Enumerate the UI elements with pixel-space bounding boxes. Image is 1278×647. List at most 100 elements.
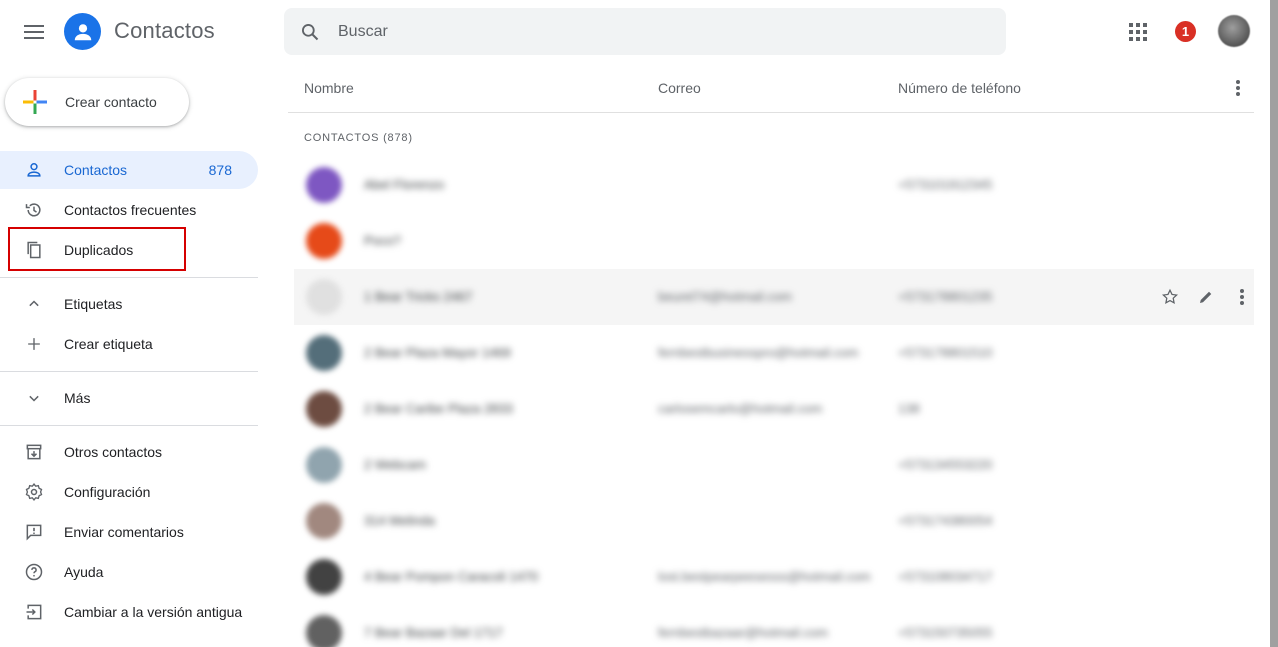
table-row[interactable]: 1 Bear Tricks 2467 beurel74@hotmail.com +5… (294, 269, 1254, 325)
top-bar: Contactos 1 (0, 0, 1270, 64)
column-options-more-icon[interactable] (1226, 76, 1250, 100)
column-header-name: Nombre (304, 80, 354, 96)
sidebar-item-help[interactable]: Ayuda (0, 553, 258, 591)
sidebar-item-label: Crear etiqueta (64, 336, 153, 352)
chevron-down-icon (24, 388, 44, 408)
contact-name: 2 Bear Caribe Plaza 2833 (364, 401, 513, 416)
column-header-email: Correo (658, 80, 701, 96)
sidebar-item-label: Configuración (64, 484, 151, 500)
sidebar-item-label: Contactos frecuentes (64, 202, 197, 218)
row-actions (1158, 285, 1254, 309)
sidebar-item-label: Otros contactos (64, 444, 163, 460)
person-icon (24, 160, 44, 180)
sidebar-divider (0, 425, 258, 426)
table-row[interactable]: 2 Webcam +573134553220 (294, 437, 1254, 493)
contact-phone: +573178801235 (898, 289, 993, 304)
contact-phone: +573134553220 (898, 457, 993, 472)
contact-name: Abel Florenzo (364, 177, 445, 192)
table-row[interactable]: 2 Bear Caribe Plaza 2833 carlosemcarlo@ho… (294, 381, 1254, 437)
help-icon (24, 562, 44, 582)
contact-phone: 138 (898, 401, 920, 416)
contact-avatar[interactable] (306, 503, 342, 539)
plus-color-icon (23, 90, 47, 114)
section-label: CONTACTOS (878) (304, 132, 413, 144)
contact-email: lost.bestpearpeesesss@hotmail.com (658, 569, 871, 584)
star-icon[interactable] (1158, 285, 1182, 309)
chevron-up-icon (24, 294, 44, 314)
contact-name: 4 Bear Pompon Caracoli 1470 (364, 569, 539, 584)
search-icon[interactable] (300, 22, 320, 42)
contact-avatar[interactable] (306, 167, 342, 203)
sidebar-item-contacts[interactable]: Contactos 878 (0, 151, 258, 189)
sidebar-item-old-version[interactable]: Cambiar a la versión antigua (0, 593, 258, 631)
contact-avatar[interactable] (306, 391, 342, 427)
feedback-icon (24, 522, 44, 542)
duplicates-highlight-box (8, 227, 186, 271)
contact-avatar[interactable] (306, 223, 342, 259)
sidebar-item-feedback[interactable]: Enviar comentarios (0, 513, 258, 551)
column-header-phone: Número de teléfono (898, 80, 1021, 96)
header-divider (288, 112, 1254, 113)
history-icon (24, 200, 44, 220)
contact-name: 2 Bear Plaza Mayor 1469 (364, 345, 511, 360)
table-row[interactable]: Poco? (294, 213, 1254, 269)
contact-phone: +573150735055 (898, 625, 993, 640)
contact-phone: +573101912345 (898, 177, 993, 192)
sidebar-item-label: Enviar comentarios (64, 524, 184, 540)
row-more-icon[interactable] (1230, 285, 1254, 309)
apps-grid-icon[interactable] (1118, 12, 1158, 52)
contact-name: 1 Bear Tricks 2467 (364, 289, 473, 304)
sidebar-item-create-label[interactable]: Crear etiqueta (0, 325, 258, 363)
search-input[interactable] (338, 22, 938, 41)
sidebar-divider (0, 371, 258, 372)
contacts-logo-icon[interactable] (64, 13, 101, 50)
table-row[interactable]: 7 Bear Bazaar Del 1717 fernbestbazaar@hot… (294, 605, 1254, 647)
contact-email: fernbestbazaar@hotmail.com (658, 625, 828, 640)
gear-icon (24, 482, 44, 502)
sidebar-divider (0, 277, 258, 278)
search-box[interactable] (284, 8, 1006, 55)
contact-email: fernbestbusinesspro@hotmail.com (658, 345, 859, 360)
contact-avatar[interactable] (306, 559, 342, 595)
table-row[interactable]: 4 Bear Pompon Caracoli 1470 lost.bestpear… (294, 549, 1254, 605)
table-row[interactable]: Abel Florenzo +573101912345 (294, 157, 1254, 213)
sidebar-item-label: Ayuda (64, 564, 104, 580)
contacts-list: Nombre Correo Número de teléfono CONTACT… (284, 64, 1254, 647)
sidebar-item-more[interactable]: Más (0, 379, 258, 417)
main-menu-icon[interactable] (14, 12, 54, 52)
sidebar-item-label: Más (64, 390, 91, 406)
contact-avatar[interactable] (306, 447, 342, 483)
contact-avatar[interactable] (306, 335, 342, 371)
sidebar: Crear contacto Contactos 878 Contactos f… (0, 64, 260, 647)
contact-email: carlosemcarlo@hotmail.com (658, 401, 823, 416)
archive-download-icon (24, 442, 44, 462)
edit-pencil-icon[interactable] (1194, 285, 1218, 309)
create-contact-button[interactable]: Crear contacto (5, 78, 189, 126)
create-contact-label: Crear contacto (65, 94, 157, 110)
contact-phone: +573178801510 (898, 345, 993, 360)
account-avatar[interactable] (1218, 15, 1250, 47)
contact-phone: +573108034717 (898, 569, 993, 584)
table-row[interactable]: 2 Bear Plaza Mayor 1469 fernbestbusinessp… (294, 325, 1254, 381)
sidebar-item-label: Contactos (64, 162, 128, 178)
sidebar-item-frequent[interactable]: Contactos frecuentes (0, 191, 258, 229)
exit-to-app-icon (24, 602, 44, 622)
scrollbar[interactable] (1270, 0, 1278, 647)
contact-name: 2 Webcam (364, 457, 426, 472)
contact-avatar[interactable] (306, 279, 342, 315)
notification-badge[interactable]: 1 (1175, 21, 1196, 42)
contact-name: Poco? (364, 233, 401, 248)
sidebar-item-labels[interactable]: Etiquetas (0, 285, 258, 323)
sidebar-item-settings[interactable]: Configuración (0, 473, 258, 511)
contact-name: 7 Bear Bazaar Del 1717 (364, 625, 503, 640)
sidebar-item-other-contacts[interactable]: Otros contactos (0, 433, 258, 471)
sidebar-item-label: Cambiar a la versión antigua (64, 604, 243, 620)
plus-icon (24, 334, 44, 354)
table-row[interactable]: 314 Melinda +573174380054 (294, 493, 1254, 549)
contacts-count: 878 (208, 162, 232, 178)
contact-avatar[interactable] (306, 615, 342, 647)
contact-name: 314 Melinda (364, 513, 435, 528)
app-title[interactable]: Contactos (114, 18, 215, 44)
contact-phone: +573174380054 (898, 513, 993, 528)
sidebar-item-label: Etiquetas (64, 296, 123, 312)
